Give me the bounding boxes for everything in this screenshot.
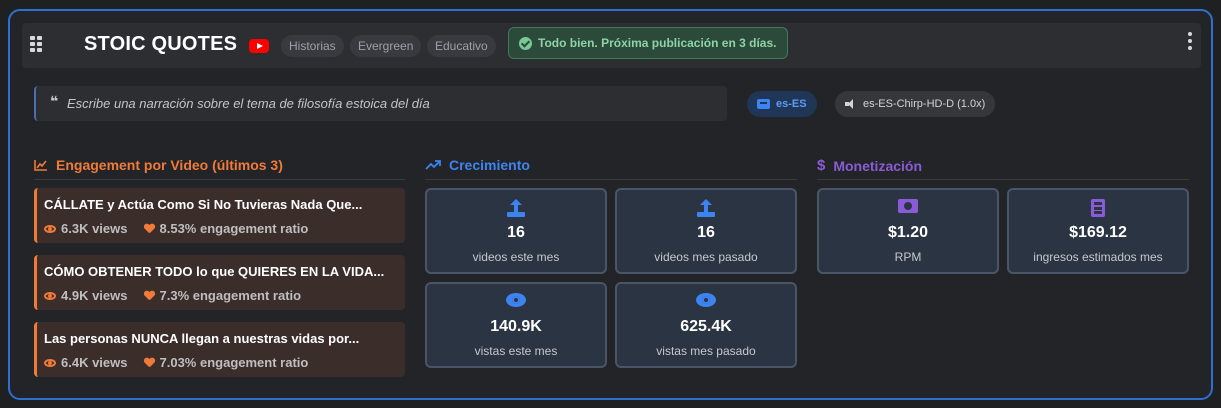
- video-engagement: 7.3% engagement ratio: [159, 288, 302, 303]
- quote-icon: ❝: [50, 93, 59, 109]
- speaker-icon: [845, 99, 857, 109]
- language-icon: [757, 99, 770, 109]
- engagement-item[interactable]: CÁLLATE y Actúa Como Si No Tuvieras Nada…: [34, 188, 405, 243]
- growth-title: Crecimiento: [449, 157, 530, 173]
- growth-divider: [425, 179, 797, 180]
- channel-title: STOIC QUOTES: [84, 33, 238, 55]
- stat-estimated-income: $169.12 ingresos estimados mes: [1007, 188, 1189, 274]
- eye-icon: [44, 358, 56, 367]
- prompt-text: Escribe una narración sobre el tema de f…: [67, 96, 430, 111]
- eye-icon: [696, 293, 716, 307]
- stat-label: ingresos estimados mes: [1033, 250, 1163, 264]
- video-views: 4.9K views: [61, 288, 128, 303]
- monetization-title: Monetización: [833, 157, 923, 174]
- youtube-icon: [249, 39, 269, 53]
- monetization-divider: [817, 179, 1189, 180]
- stat-value: 140.9K: [490, 318, 542, 335]
- heart-icon: [144, 291, 155, 301]
- video-metrics: 6.3K views 8.53% engagement ratio: [44, 221, 308, 236]
- eye-icon: [44, 291, 56, 300]
- engagement-item[interactable]: CÓMO OBTENER TODO lo que QUIERES EN LA V…: [34, 255, 405, 310]
- stat-views-last-month: 625.4K vistas mes pasado: [615, 282, 797, 368]
- video-metrics: 4.9K views 7.3% engagement ratio: [44, 288, 301, 303]
- language-label: es-ES: [776, 98, 807, 110]
- trending-up-icon: [425, 160, 441, 170]
- stat-label: videos este mes: [472, 250, 560, 264]
- monetization-section-title: $ Monetización: [817, 157, 922, 174]
- growth-section-title: Crecimiento: [425, 157, 530, 173]
- stat-label: videos mes pasado: [654, 250, 758, 264]
- stat-label: vistas mes pasado: [656, 344, 756, 358]
- engagement-section-title: Engagement por Video (últimos 3): [34, 157, 283, 173]
- money-icon: [898, 199, 918, 213]
- eye-icon: [44, 224, 56, 233]
- stat-value: $169.12: [1069, 224, 1127, 241]
- stat-rpm: $1.20 RPM: [817, 188, 999, 274]
- channel-card: STOIC QUOTES Historias Evergreen Educati…: [8, 9, 1213, 400]
- upload-icon: [507, 199, 525, 217]
- voice-badge[interactable]: es-ES-Chirp-HD-D (1.0x): [835, 91, 996, 117]
- eye-icon: [506, 293, 526, 307]
- stat-label: vistas este mes: [474, 344, 558, 358]
- check-circle-icon: [519, 36, 532, 50]
- stat-videos-this-month: 16 videos este mes: [425, 188, 607, 274]
- stat-label: RPM: [894, 250, 922, 264]
- video-title: CÁLLATE y Actúa Como Si No Tuvieras Nada…: [44, 197, 363, 212]
- video-engagement: 7.03% engagement ratio: [159, 355, 309, 370]
- language-badge[interactable]: es-ES: [747, 91, 817, 117]
- status-badge: Todo bien. Próxima publicación en 3 días…: [508, 27, 788, 59]
- tag-historias[interactable]: Historias: [281, 35, 344, 57]
- video-metrics: 6.4K views 7.03% engagement ratio: [44, 355, 308, 370]
- engagement-divider: [34, 179, 405, 180]
- heart-icon: [144, 224, 155, 234]
- engagement-title: Engagement por Video (últimos 3): [56, 157, 283, 173]
- drag-handle-icon[interactable]: [30, 36, 42, 52]
- channel-header: STOIC QUOTES Historias Evergreen Educati…: [22, 23, 1201, 68]
- upload-icon: [697, 199, 715, 217]
- video-title: Las personas NUNCA llegan a nuestras vid…: [44, 331, 360, 346]
- video-views: 6.3K views: [61, 221, 128, 236]
- stat-value: 16: [697, 224, 715, 241]
- voice-label: es-ES-Chirp-HD-D (1.0x): [863, 98, 986, 110]
- more-options-icon[interactable]: [1187, 32, 1193, 50]
- stat-value: 16: [507, 224, 525, 241]
- stat-videos-last-month: 16 videos mes pasado: [615, 188, 797, 274]
- dollar-icon: $: [817, 157, 826, 174]
- heart-icon: [144, 358, 155, 368]
- engagement-item[interactable]: Las personas NUNCA llegan a nuestras vid…: [34, 322, 405, 377]
- status-text: Todo bien. Próxima publicación en 3 días…: [538, 36, 777, 50]
- stat-views-this-month: 140.9K vistas este mes: [425, 282, 607, 368]
- stat-value: $1.20: [887, 224, 929, 241]
- tag-educativo[interactable]: Educativo: [427, 35, 496, 57]
- chart-line-icon: [34, 160, 47, 171]
- video-title: CÓMO OBTENER TODO lo que QUIERES EN LA V…: [44, 264, 385, 279]
- tag-evergreen[interactable]: Evergreen: [350, 35, 422, 57]
- narration-prompt[interactable]: ❝ Escribe una narración sobre el tema de…: [34, 86, 727, 121]
- stat-value: 625.4K: [680, 318, 732, 335]
- calculator-icon: [1091, 199, 1105, 217]
- video-views: 6.4K views: [61, 355, 128, 370]
- video-engagement: 8.53% engagement ratio: [159, 221, 309, 236]
